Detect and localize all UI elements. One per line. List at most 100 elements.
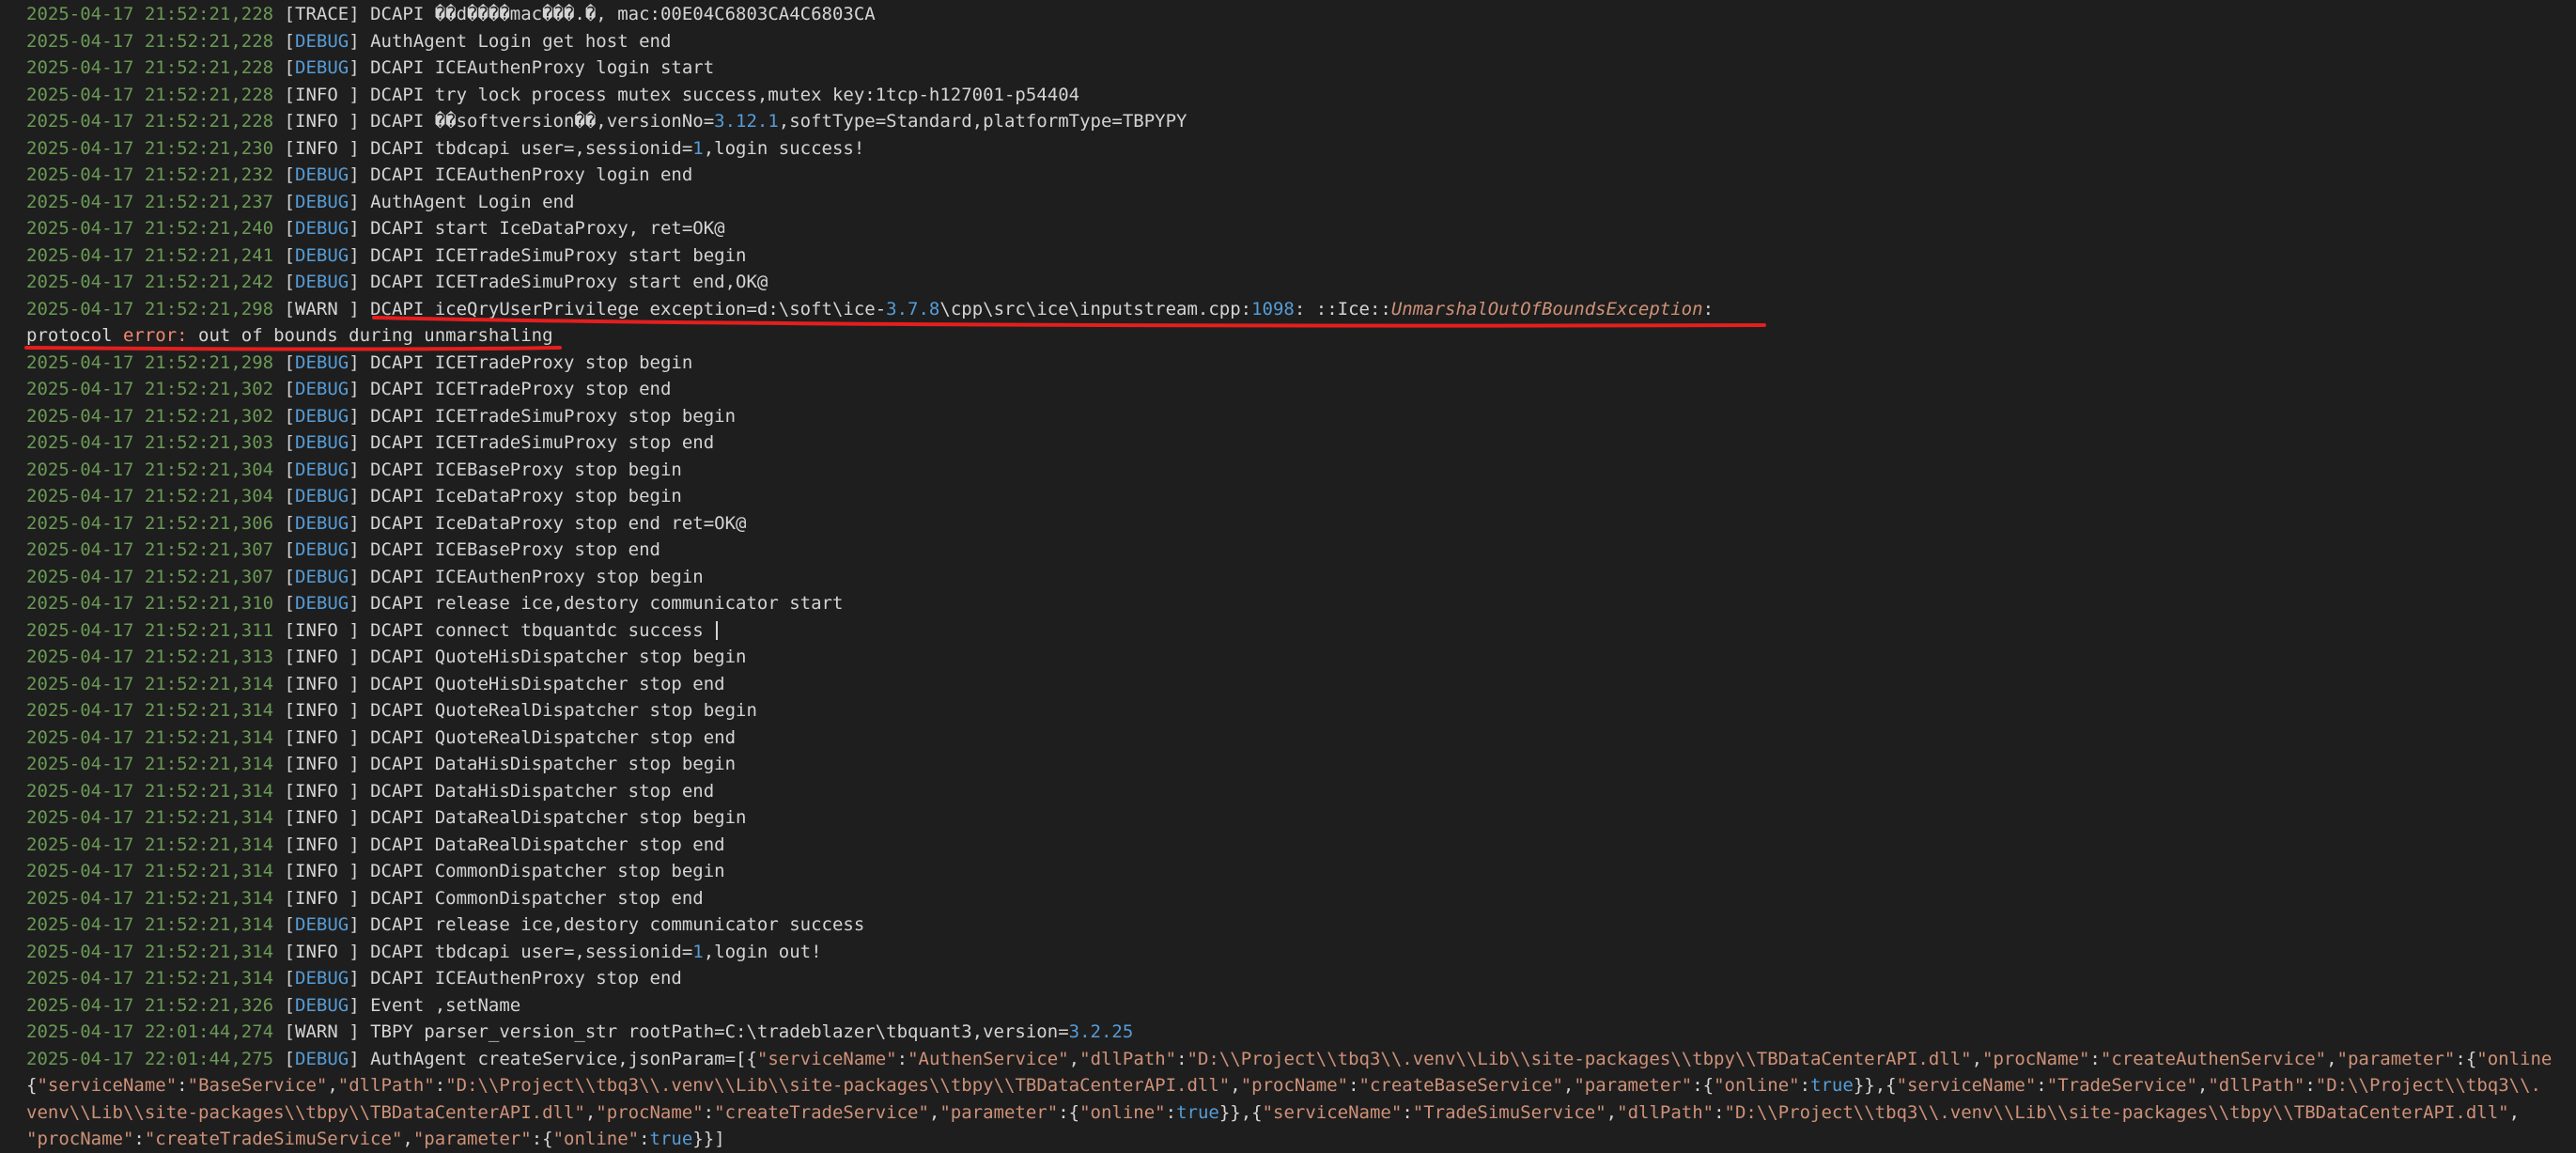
log-message-segment: DCAPI DataRealDispatcher stop end <box>370 834 725 855</box>
log-line[interactable]: 2025-04-17 21:52:21,228 [DEBUG] DCAPI IC… <box>26 55 2576 82</box>
log-line[interactable]: 2025-04-17 22:01:44,275 [DEBUG] AuthAgen… <box>26 1046 2576 1073</box>
log-line[interactable]: 2025-04-17 21:52:21,228 [INFO ] DCAPI tr… <box>26 82 2576 109</box>
log-level: INFO <box>295 834 349 855</box>
log-message-segment: \cpp\src\ice\inputstream.cpp: <box>939 298 1252 319</box>
log-line[interactable]: 2025-04-17 21:52:21,314 [INFO ] DCAPI tb… <box>26 939 2576 966</box>
log-message-segment: DCAPI CommonDispatcher stop end <box>370 887 704 909</box>
log-line[interactable]: 2025-04-17 21:52:21,326 [DEBUG] Event ,s… <box>26 992 2576 1020</box>
log-line[interactable]: 2025-04-17 21:52:21,313 [INFO ] DCAPI Qu… <box>26 644 2576 671</box>
log-line[interactable]: 2025-04-17 21:52:21,302 [DEBUG] DCAPI IC… <box>26 403 2576 430</box>
log-level: WARN <box>295 298 349 319</box>
log-line[interactable]: 2025-04-17 21:52:21,314 [INFO ] DCAPI Da… <box>26 804 2576 832</box>
log-message-segment: :{ <box>531 1129 553 1149</box>
log-message-segment: DCAPI connect tbquantdc success <box>370 619 715 641</box>
log-timestamp: 2025-04-17 21:52:21,228 <box>26 57 274 78</box>
log-message-segment: "D:\\Project\\tbq3\\.venv\\Lib\\site-pac… <box>1187 1048 1972 1069</box>
log-message-segment: "serviceName" <box>1896 1075 2037 1096</box>
log-line[interactable]: 2025-04-17 21:52:21,230 [INFO ] DCAPI tb… <box>26 135 2576 163</box>
log-message-segment: UnmarshalOutOfBoundsException <box>1390 298 1703 319</box>
log-timestamp: 2025-04-17 21:52:21,326 <box>26 994 274 1016</box>
log-line[interactable]: 2025-04-17 21:52:21,240 [DEBUG] DCAPI st… <box>26 215 2576 242</box>
log-timestamp: 2025-04-17 21:52:21,314 <box>26 754 274 774</box>
log-message-segment: , <box>327 1075 338 1096</box>
log-level: DEBUG <box>295 1048 349 1069</box>
log-message-segment: "AuthenService" <box>908 1048 1069 1069</box>
log-message-segment: DCAPI ICETradeProxy stop end <box>370 379 672 399</box>
log-output[interactable]: 2025-04-17 21:52:21,228 [TRACE] DCAPI ��… <box>26 0 2576 1153</box>
log-line[interactable]: 2025-04-17 21:52:21,314 [INFO ] DCAPI Da… <box>26 778 2576 805</box>
log-line[interactable]: 2025-04-17 21:52:21,237 [DEBUG] AuthAgen… <box>26 189 2576 216</box>
log-level: DEBUG <box>295 405 349 427</box>
log-message-segment: : <box>1702 298 1715 319</box>
log-message-segment: true <box>649 1129 693 1149</box>
log-line[interactable]: 2025-04-17 21:52:21,314 [DEBUG] DCAPI IC… <box>26 965 2576 992</box>
log-line[interactable]: 2025-04-17 21:52:21,298 [WARN ] DCAPI ic… <box>26 296 2576 323</box>
log-line[interactable]: 2025-04-17 21:52:21,314 [DEBUG] DCAPI re… <box>26 911 2576 939</box>
log-line[interactable]: venv\\Lib\\site-packages\\tbpy\\TBDataCe… <box>26 1099 2576 1127</box>
log-level: TRACE <box>295 4 349 24</box>
log-message-segment: : <box>703 1101 715 1123</box>
log-message-segment: DCAPI ICETradeSimuProxy stop end <box>370 432 715 453</box>
log-line[interactable]: protocol error: out of bounds during unm… <box>26 322 2576 350</box>
log-line[interactable]: 2025-04-17 21:52:21,242 [DEBUG] DCAPI IC… <box>26 269 2576 296</box>
log-line[interactable]: 2025-04-17 21:52:21,304 [DEBUG] DCAPI IC… <box>26 457 2576 484</box>
log-timestamp: 2025-04-17 21:52:21,306 <box>26 512 274 534</box>
log-message-segment: DCAPI ICETradeSimuProxy start begin <box>370 244 747 266</box>
log-message-segment: DCAPI ICEAuthenProxy stop end <box>370 968 682 989</box>
log-line[interactable]: 2025-04-17 21:52:21,228 [DEBUG] AuthAgen… <box>26 28 2576 55</box>
log-line[interactable]: 2025-04-17 21:52:21,310 [DEBUG] DCAPI re… <box>26 590 2576 617</box>
log-message-segment: "procName" <box>1982 1048 2090 1069</box>
log-line[interactable]: 2025-04-17 21:52:21,302 [DEBUG] DCAPI IC… <box>26 376 2576 403</box>
log-level: DEBUG <box>295 512 349 534</box>
log-message-segment: { <box>26 1075 38 1096</box>
log-message-segment: "createAuthenService" <box>2100 1048 2327 1069</box>
log-timestamp: 2025-04-17 21:52:21,240 <box>26 218 274 239</box>
log-level: DEBUG <box>295 191 349 212</box>
log-level: INFO <box>295 780 349 802</box>
log-timestamp: 2025-04-17 21:52:21,314 <box>26 914 274 935</box>
log-message-segment: : <box>896 1048 908 1069</box>
log-line[interactable]: 2025-04-17 21:52:21,314 [INFO ] DCAPI Da… <box>26 751 2576 778</box>
log-line[interactable]: 2025-04-17 21:52:21,307 [DEBUG] DCAPI IC… <box>26 564 2576 591</box>
log-message-segment: "procName" <box>596 1101 704 1123</box>
log-message-segment: "createTradeService" <box>714 1101 929 1123</box>
log-message-segment: : ::Ice:: <box>1294 298 1391 319</box>
log-message-segment: 1 <box>692 941 704 962</box>
log-line[interactable]: 2025-04-17 22:01:44,274 [WARN ] TBPY par… <box>26 1019 2576 1046</box>
log-line[interactable]: 2025-04-17 21:52:21,232 [DEBUG] DCAPI IC… <box>26 162 2576 189</box>
log-line[interactable]: 2025-04-17 21:52:21,314 [INFO ] DCAPI Qu… <box>26 725 2576 752</box>
log-message-segment: DCAPI DataRealDispatcher stop begin <box>370 807 747 828</box>
log-line[interactable]: 2025-04-17 21:52:21,314 [INFO ] DCAPI Da… <box>26 832 2576 859</box>
log-line[interactable]: 2025-04-17 21:52:21,303 [DEBUG] DCAPI IC… <box>26 429 2576 457</box>
log-message-segment: "online" <box>1714 1075 1800 1096</box>
log-message-segment: "D:\\Project\\tbq3\\.venv\\Lib\\site-pac… <box>445 1075 1231 1096</box>
log-line[interactable]: 2025-04-17 21:52:21,314 [INFO ] DCAPI Co… <box>26 885 2576 912</box>
log-message-segment: venv\\Lib\\site-packages\\tbpy\\TBDataCe… <box>26 1101 585 1123</box>
log-message-segment: TBPY parser_version_str rootPath=C:\trad… <box>370 1021 1069 1042</box>
log-line[interactable]: 2025-04-17 21:52:21,314 [INFO ] DCAPI Co… <box>26 858 2576 885</box>
log-message-segment: error: <box>122 325 188 346</box>
text-cursor <box>716 621 719 640</box>
log-timestamp: 2025-04-17 21:52:21,314 <box>26 726 274 748</box>
log-message-segment: , <box>1230 1075 1241 1096</box>
log-line[interactable]: 2025-04-17 21:52:21,306 [DEBUG] DCAPI Ic… <box>26 510 2576 538</box>
log-message-segment: : <box>1714 1101 1725 1123</box>
log-message-segment: 1098 <box>1251 298 1295 319</box>
log-line[interactable]: 2025-04-17 21:52:21,304 [DEBUG] DCAPI Ic… <box>26 483 2576 510</box>
log-line[interactable]: 2025-04-17 21:52:21,241 [DEBUG] DCAPI IC… <box>26 242 2576 270</box>
log-timestamp: 2025-04-17 22:01:44,274 <box>26 1021 274 1042</box>
log-line[interactable]: 2025-04-17 21:52:21,311 [INFO ] DCAPI co… <box>26 617 2576 645</box>
log-line[interactable]: 2025-04-17 21:52:21,314 [INFO ] DCAPI Qu… <box>26 671 2576 698</box>
log-line[interactable]: 2025-04-17 21:52:21,228 [TRACE] DCAPI ��… <box>26 1 2576 28</box>
log-line[interactable]: 2025-04-17 21:52:21,307 [DEBUG] DCAPI IC… <box>26 537 2576 564</box>
log-level: DEBUG <box>295 539 349 560</box>
log-message-segment: DCAPI DataHisDispatcher stop end <box>370 780 715 802</box>
log-line[interactable]: 2025-04-17 21:52:21,314 [INFO ] DCAPI Qu… <box>26 697 2576 725</box>
log-line[interactable]: 2025-04-17 21:52:21,298 [DEBUG] DCAPI IC… <box>26 350 2576 377</box>
log-level: DEBUG <box>295 30 349 52</box>
log-timestamp: 2025-04-17 21:52:21,314 <box>26 700 274 721</box>
log-message-segment: "TradeService" <box>2046 1075 2197 1096</box>
log-line[interactable]: {"serviceName":"BaseService","dllPath":"… <box>26 1072 2576 1099</box>
log-line[interactable]: "procName":"createTradeSimuService","par… <box>26 1126 2576 1153</box>
log-line[interactable]: 2025-04-17 21:52:21,228 [INFO ] DCAPI ��… <box>26 108 2576 135</box>
